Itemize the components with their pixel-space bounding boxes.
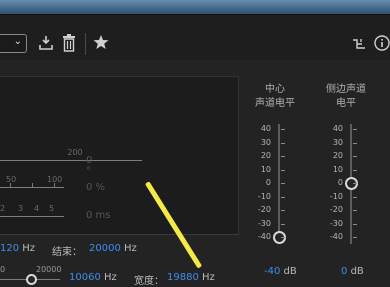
width-value[interactable]: 19880	[167, 272, 199, 283]
preset-dropdown[interactable]: ⌄	[0, 34, 27, 53]
center-channel-scale-tick	[281, 169, 285, 171]
chevron-down-icon: ⌄	[13, 36, 22, 47]
degree-value: 0 °	[86, 155, 93, 177]
center-channel-scale-label: 20	[260, 151, 271, 160]
ms-ruler-label-2: 2	[0, 204, 6, 213]
trash-icon[interactable]	[62, 34, 76, 52]
bandwidth-slider-min: 0	[0, 265, 6, 274]
side-level-title-line1: 侧边声道	[326, 84, 366, 95]
info-icon[interactable]	[374, 35, 390, 51]
ms-ruler-label-5: 5	[49, 204, 55, 213]
end-frequency-value[interactable]: 20000	[89, 243, 121, 254]
row-divider	[0, 234, 238, 235]
side-channel-scale-label: 40	[332, 124, 343, 133]
fork-routing-icon[interactable]	[352, 36, 366, 50]
ms-ruler-label-4: 4	[34, 204, 40, 213]
ruler-tick	[10, 183, 11, 187]
ms-ruler	[0, 216, 64, 217]
width-group: 19880 Hz	[167, 272, 215, 283]
side-level-scale: 40 30 20 10 0 -10 -20 -30 -40	[321, 124, 345, 250]
start-frequency-value[interactable]: 120	[0, 243, 19, 254]
center-level-title-line1: 中心	[265, 84, 285, 95]
center-level-track[interactable]	[278, 124, 280, 244]
center-channel-scale-tick	[281, 237, 285, 238]
center-channel-scale-tick	[281, 196, 285, 198]
center-level-readout: -40 dB	[264, 266, 297, 277]
side-channel-scale-label: 30	[332, 137, 343, 147]
center-channel-scale-tick	[281, 142, 285, 144]
bandwidth-slider-max: 20000	[36, 265, 62, 274]
side-channel-scale-label: -30	[329, 218, 343, 228]
side-channel-scale-tick	[353, 142, 357, 144]
window-title-bar	[0, 0, 390, 15]
end-frequency-label: 结束：	[52, 247, 82, 258]
side-channel-scale-tick	[353, 237, 357, 238]
side-channel-scale-tick	[353, 196, 357, 198]
center-frequency-unit: Hz	[104, 272, 117, 283]
save-preset-icon[interactable]	[38, 35, 54, 51]
side-channel-scale-label: 10	[332, 164, 343, 174]
center-channel-scale-label: 30	[260, 137, 271, 147]
ruler-tick	[54, 183, 55, 187]
center-channel-scale-label: 40	[260, 124, 271, 133]
favorite-star-icon[interactable]	[93, 34, 109, 50]
toolbar-divider	[85, 33, 86, 55]
center-channel-scale-label: -40	[257, 232, 271, 241]
center-level-unit: dB	[283, 266, 297, 277]
center-channel-scale-tick	[281, 183, 285, 184]
percent-ruler	[0, 187, 64, 188]
side-channel-scale-tick	[353, 156, 357, 157]
side-channel-scale-tick	[353, 223, 357, 225]
side-channel-scale-label: 0	[337, 178, 343, 187]
center-level-scale: 40 30 20 10 0 -10 -20 -30 -40	[249, 124, 273, 250]
percent-value: 0 %	[86, 182, 106, 193]
side-channel-scale-tick	[353, 183, 357, 184]
width-unit: Hz	[202, 272, 215, 283]
center-frequency-value[interactable]: 10060	[69, 272, 101, 283]
center-channel-scale-label: -20	[257, 205, 271, 214]
ms-ruler-label-3: 3	[18, 204, 24, 213]
center-channel-scale-label: -30	[257, 218, 271, 228]
side-level-value[interactable]: 0	[341, 266, 347, 277]
end-frequency-group: 20000 Hz	[89, 243, 137, 254]
side-channel-scale-tick	[353, 169, 357, 171]
center-level-title-line2: 声道电平	[255, 98, 295, 109]
center-level-title: 中心 声道电平	[245, 83, 305, 111]
center-frequency-group: 10060 Hz	[69, 272, 117, 283]
side-level-title-line2: 电平	[336, 98, 356, 109]
center-channel-scale-label: 10	[260, 164, 271, 174]
side-channel-scale-label: 20	[332, 151, 343, 160]
bandwidth-slider-handle[interactable]	[26, 274, 37, 285]
side-channel-scale-label: -20	[329, 205, 343, 214]
percent-ruler-label-50: 50	[6, 175, 17, 184]
ms-value: 0 ms	[86, 210, 111, 221]
effect-toolbar	[0, 15, 390, 60]
center-channel-scale-label: -10	[257, 191, 271, 201]
side-channel-scale-tick	[353, 129, 357, 130]
start-frequency-unit: Hz	[22, 243, 36, 254]
ruler-tick	[32, 183, 33, 187]
side-level-unit: dB	[350, 266, 364, 277]
side-channel-scale-label: -10	[329, 191, 343, 201]
center-channel-scale-tick	[281, 223, 285, 225]
side-channel-scale-tick	[353, 210, 357, 211]
end-frequency-unit: Hz	[124, 243, 137, 254]
center-channel-scale-tick	[281, 129, 285, 130]
center-level-value[interactable]: -40	[264, 266, 280, 277]
center-channel-scale-label: 0	[265, 178, 271, 187]
degree-ruler	[0, 160, 142, 161]
side-channel-scale-label: -40	[329, 232, 343, 241]
center-channel-scale-tick	[281, 210, 285, 211]
side-level-readout: 0 dB	[341, 266, 364, 277]
side-level-title: 侧边声道 电平	[316, 83, 376, 111]
center-channel-scale-tick	[281, 156, 285, 157]
frequency-range-row: 120 Hz	[0, 243, 35, 254]
